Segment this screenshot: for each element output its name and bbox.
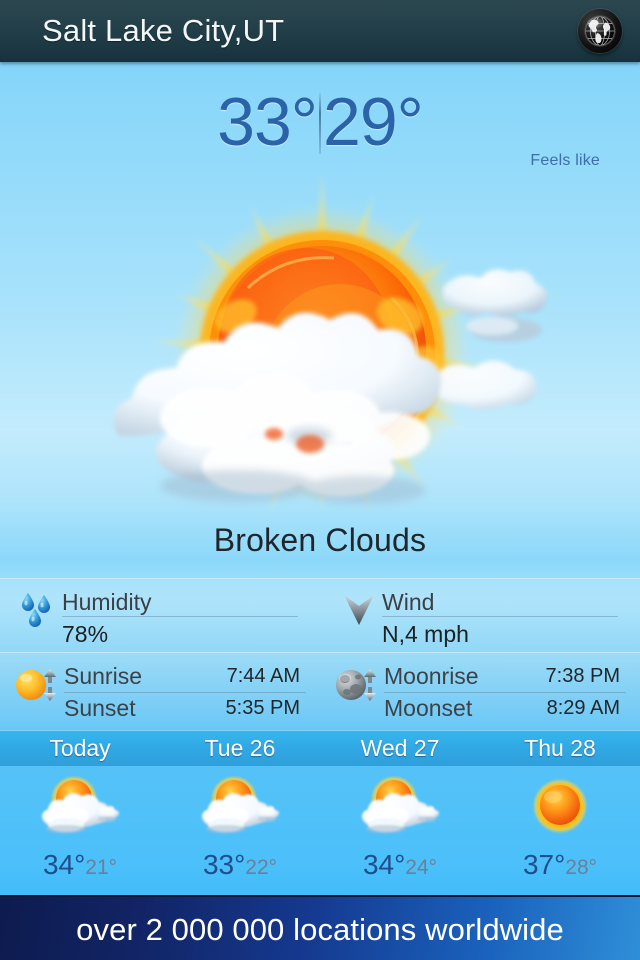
forecast-day-tab-1[interactable]: Tue 26 <box>160 730 320 766</box>
forecast-cell-1[interactable]: 33°22° <box>160 766 320 895</box>
wind-cell: Wind N,4 mph <box>320 579 640 653</box>
current-temperature-block: 33° 29° Feels like <box>0 88 640 170</box>
temperature-divider <box>319 92 321 154</box>
sunset-time: 5:35 PM <box>225 697 300 719</box>
feels-like-temperature: 29° <box>323 84 424 160</box>
forecast-day-tab-2[interactable]: Wed 27 <box>320 730 480 766</box>
humidity-value: 78% <box>62 621 109 647</box>
forecast-low-3: 28° <box>565 856 598 879</box>
sun-cell: Sunrise 7:44 AM Sunset 5:35 PM <box>0 653 320 729</box>
forecast-high-1: 33° <box>202 849 246 880</box>
forecast-cell-2[interactable]: 34°24° <box>320 766 480 895</box>
humidity-wind-panel: Humidity 78% Wind N,4 mph <box>0 578 640 653</box>
moonset-row: Moonset 8:29 AM <box>384 693 626 724</box>
sun-behind-broken-clouds-icon <box>78 168 562 520</box>
sun-moon-panel: Sunrise 7:44 AM Sunset 5:35 PM Moonrise … <box>0 652 640 729</box>
page-title: Salt Lake City,UT <box>42 13 285 48</box>
wind-value: N,4 mph <box>382 621 469 647</box>
moon-cell: Moonrise 7:38 PM Moonset 8:29 AM <box>320 653 640 729</box>
forecast-high-0: 34° <box>42 849 86 880</box>
moon-icon <box>332 659 384 709</box>
feels-like-label: Feels like <box>530 152 600 169</box>
sun-behind-cloud-icon <box>32 772 128 844</box>
app-header: Salt Lake City,UT <box>0 0 640 62</box>
wind-value-group: Wind N,4 mph <box>382 589 618 649</box>
forecast-high-3: 37° <box>522 849 566 880</box>
forecast-temp-1: 33°22° <box>160 849 320 881</box>
forecast-low-2: 24° <box>405 856 438 879</box>
humidity-cell: Humidity 78% <box>0 579 320 653</box>
sunset-row: Sunset 5:35 PM <box>64 693 306 724</box>
moonset-time: 8:29 AM <box>546 697 620 719</box>
forecast-cell-3[interactable]: 37°28° <box>480 766 640 895</box>
ad-banner[interactable]: over 2 000 000 locations worldwide <box>0 895 640 960</box>
moonset-label: Moonset <box>384 695 473 721</box>
weather-app-screen: Salt Lake City,UT 33° 29° Feels like Bro… <box>0 0 640 960</box>
wind-direction-arrow-icon <box>336 587 382 639</box>
water-drops-icon <box>16 587 62 639</box>
sun-behind-cloud-icon <box>192 772 288 844</box>
condition-text: Broken Clouds <box>213 522 427 558</box>
forecast-low-1: 22° <box>245 856 278 879</box>
current-temperature: 33° <box>217 84 318 160</box>
forecast-cell-0[interactable]: 34°21° <box>0 766 160 895</box>
sun-icon <box>512 772 608 844</box>
humidity-value-group: Humidity 78% <box>62 589 298 649</box>
sun-icon <box>12 659 64 709</box>
sunset-label: Sunset <box>64 695 136 721</box>
forecast-temp-0: 34°21° <box>0 849 160 881</box>
temperature-row: 33° 29° <box>217 84 424 160</box>
sunrise-row: Sunrise 7:44 AM <box>64 661 306 693</box>
moonrise-time: 7:38 PM <box>545 665 620 687</box>
forecast-day-tab-3[interactable]: Thu 28 <box>480 730 640 766</box>
forecast-day-tab-0[interactable]: Today <box>0 730 160 766</box>
forecast-day-header: Today Tue 26 Wed 27 Thu 28 <box>0 730 640 766</box>
forecast-temp-3: 37°28° <box>480 849 640 881</box>
sun-behind-cloud-icon <box>352 772 448 844</box>
moonrise-label: Moonrise <box>384 663 479 689</box>
humidity-label: Humidity <box>62 589 298 617</box>
globe-icon[interactable] <box>578 9 622 53</box>
sunrise-label: Sunrise <box>64 663 142 689</box>
moon-times-group: Moonrise 7:38 PM Moonset 8:29 AM <box>384 661 626 724</box>
forecast-high-2: 34° <box>362 849 406 880</box>
sunrise-time: 7:44 AM <box>226 665 300 687</box>
wind-label: Wind <box>382 589 618 617</box>
forecast-row: 34°21° 33°22° 34°24° 37°28° <box>0 766 640 895</box>
sun-times-group: Sunrise 7:44 AM Sunset 5:35 PM <box>64 661 306 724</box>
moonrise-row: Moonrise 7:38 PM <box>384 661 626 693</box>
forecast-low-0: 21° <box>85 856 118 879</box>
forecast-temp-2: 34°24° <box>320 849 480 881</box>
ad-banner-text: over 2 000 000 locations worldwide <box>76 911 564 947</box>
